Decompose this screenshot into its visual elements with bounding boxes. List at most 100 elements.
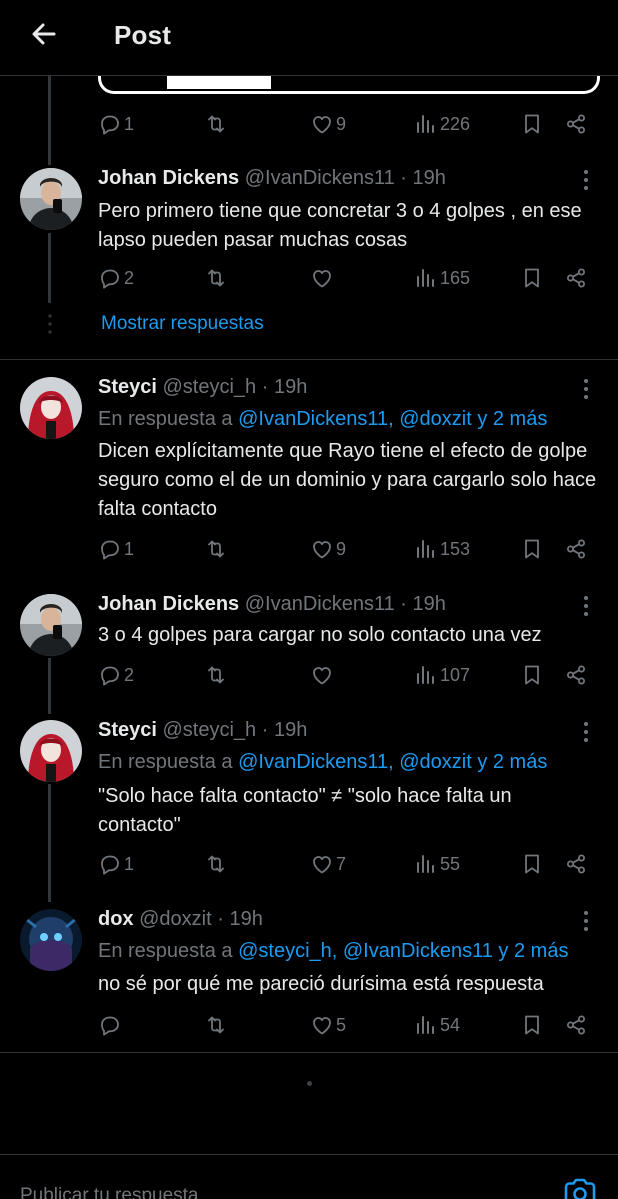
post-header: Johan Dickens @IvanDickens11 · 19h	[98, 167, 446, 190]
views-button[interactable]: 55	[414, 849, 460, 879]
display-name[interactable]: dox	[98, 908, 134, 930]
reply-mentions-link[interactable]: @IvanDickens11, @doxzit y 2 más	[238, 408, 547, 430]
handle[interactable]: @IvanDickens11	[245, 593, 395, 615]
retweet-icon	[204, 112, 228, 136]
speech-bubble-icon	[98, 112, 122, 136]
display-name[interactable]: Steyci	[98, 376, 157, 398]
reply-input[interactable]: Publicar tu respuesta	[20, 1185, 520, 1199]
timestamp[interactable]: · 19h	[262, 376, 308, 398]
reply-button[interactable]: 2	[98, 263, 134, 293]
post-text: Pero primero tiene que concretar 3 o 4 g…	[98, 200, 582, 251]
share-button[interactable]	[564, 849, 588, 879]
bookmark-button[interactable]	[520, 849, 544, 879]
avatar[interactable]	[20, 377, 82, 439]
avatar[interactable]	[20, 594, 82, 656]
retweet-button[interactable]	[204, 849, 230, 879]
page-title: Post	[114, 20, 172, 50]
three-dots-icon	[578, 593, 594, 619]
show-replies-link[interactable]: Mostrar respuestas	[101, 313, 264, 335]
reply-mentions-link[interactable]: @IvanDickens11, @doxzit y 2 más	[238, 751, 547, 773]
timestamp[interactable]: · 19h	[400, 167, 446, 189]
more-button[interactable]	[578, 376, 594, 402]
avatar[interactable]	[20, 909, 82, 971]
reply-button[interactable]: 1	[98, 849, 134, 879]
handle[interactable]: @doxzit	[139, 908, 212, 930]
retweet-button[interactable]	[204, 1010, 230, 1040]
retweet-button[interactable]	[204, 109, 230, 139]
more-button[interactable]	[578, 167, 594, 193]
heart-icon	[310, 663, 334, 687]
share-button[interactable]	[564, 534, 588, 564]
handle[interactable]: @steyci_h	[163, 719, 257, 741]
back-button[interactable]	[28, 18, 60, 50]
bookmark-button[interactable]	[520, 1010, 544, 1040]
bar-chart-icon	[414, 266, 438, 290]
like-button[interactable]	[310, 263, 336, 293]
share-button[interactable]	[564, 1010, 588, 1040]
avatar[interactable]	[20, 720, 82, 782]
camera-button[interactable]	[562, 1177, 598, 1199]
reply-button[interactable]	[98, 1010, 124, 1040]
heart-icon	[310, 112, 334, 136]
retweet-icon	[204, 537, 228, 561]
action-bar: 2 165	[98, 263, 610, 293]
more-button[interactable]	[578, 593, 594, 619]
display-name[interactable]: Steyci	[98, 719, 157, 741]
post-text: no sé por qué me pareció durísima está r…	[98, 973, 544, 995]
share-icon	[564, 266, 588, 290]
handle[interactable]: @IvanDickens11	[245, 167, 395, 189]
post-text: Dicen explícitamente que Rayo tiene el e…	[98, 440, 597, 520]
action-bar: 1 9 153	[98, 534, 610, 564]
reply-button[interactable]: 1	[98, 534, 134, 564]
display-name[interactable]: Johan Dickens	[98, 593, 239, 615]
reply-button[interactable]: 1	[98, 109, 134, 139]
more-button[interactable]	[578, 908, 594, 934]
like-button[interactable]: 9	[310, 109, 346, 139]
timestamp[interactable]: · 19h	[217, 908, 263, 930]
retweet-button[interactable]	[204, 534, 230, 564]
share-button[interactable]	[564, 660, 588, 690]
reply-button[interactable]: 2	[98, 660, 134, 690]
heart-icon	[310, 537, 334, 561]
more-button[interactable]	[578, 719, 594, 745]
bookmark-button[interactable]	[520, 263, 544, 293]
like-button[interactable]: 7	[310, 849, 346, 879]
share-button[interactable]	[564, 109, 588, 139]
bookmark-icon	[520, 266, 544, 290]
reply-context: En respuesta a @steyci_h, @IvanDickens11…	[98, 940, 569, 962]
action-bar: 5 54	[98, 1010, 610, 1040]
views-button[interactable]: 54	[414, 1010, 460, 1040]
views-button[interactable]: 107	[414, 660, 470, 690]
retweet-button[interactable]	[204, 263, 230, 293]
like-button[interactable]: 9	[310, 534, 346, 564]
like-button[interactable]	[310, 660, 336, 690]
loading-indicator	[307, 1081, 312, 1086]
camera-icon	[564, 1178, 596, 1199]
bar-chart-icon	[414, 852, 438, 876]
bookmark-button[interactable]	[520, 109, 544, 139]
action-bar: 1 7 55	[98, 849, 610, 879]
speech-bubble-icon	[98, 852, 122, 876]
thread-line	[48, 76, 51, 165]
retweet-button[interactable]	[204, 660, 230, 690]
retweet-icon	[204, 266, 228, 290]
display-name[interactable]: Johan Dickens	[98, 167, 239, 189]
bookmark-button[interactable]	[520, 534, 544, 564]
bookmark-button[interactable]	[520, 660, 544, 690]
timestamp[interactable]: · 19h	[400, 593, 446, 615]
handle[interactable]: @steyci_h	[163, 376, 257, 398]
share-button[interactable]	[564, 263, 588, 293]
action-bar: 2 107	[98, 660, 610, 690]
bar-chart-icon	[414, 1013, 438, 1037]
share-icon	[564, 1013, 588, 1037]
reply-mentions-link[interactable]: @steyci_h, @IvanDickens11 y 2 más	[238, 940, 568, 962]
timestamp[interactable]: · 19h	[262, 719, 308, 741]
reply-context: En respuesta a @IvanDickens11, @doxzit y…	[98, 408, 548, 430]
share-icon	[564, 852, 588, 876]
avatar[interactable]	[20, 168, 82, 230]
views-button[interactable]: 153	[414, 534, 470, 564]
like-button[interactable]: 5	[310, 1010, 346, 1040]
reply-context: En respuesta a @IvanDickens11, @doxzit y…	[98, 751, 548, 773]
views-button[interactable]: 165	[414, 263, 470, 293]
views-button[interactable]: 226	[414, 109, 470, 139]
